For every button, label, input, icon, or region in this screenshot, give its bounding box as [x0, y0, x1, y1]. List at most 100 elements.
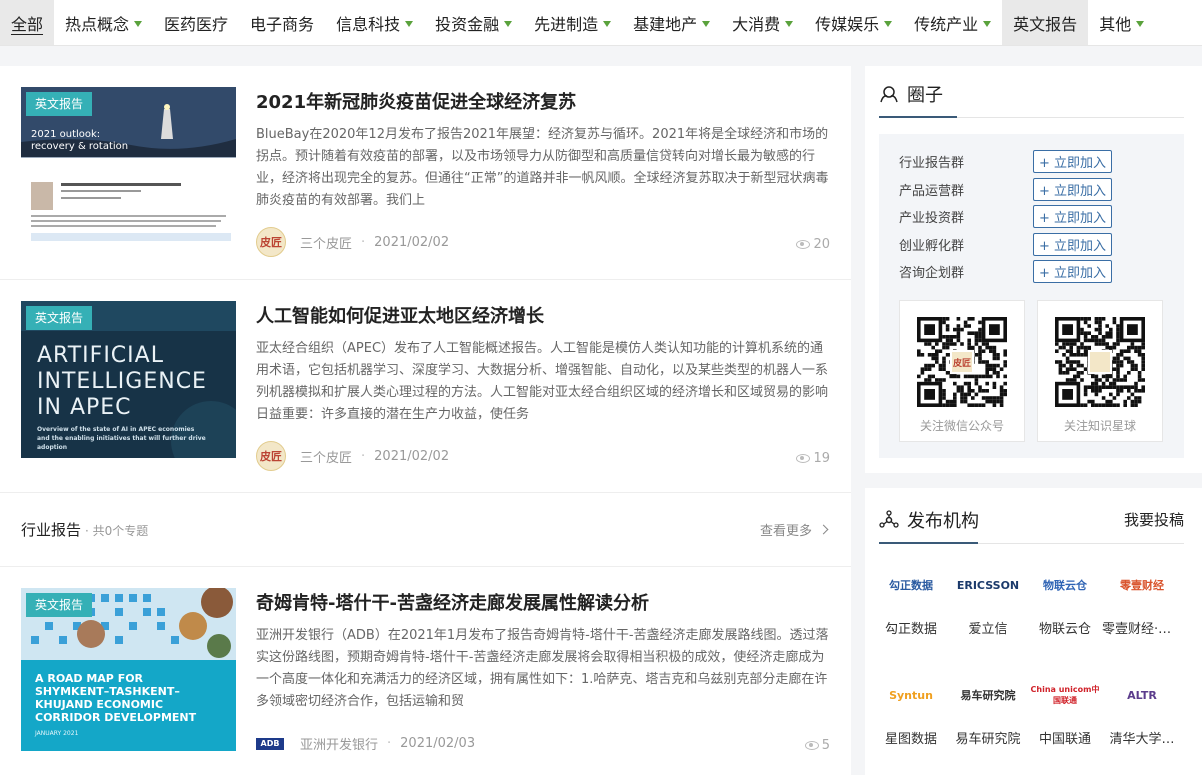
nav-item[interactable]: 传媒娱乐	[804, 0, 903, 45]
group-row: 产业投资群 + 立即加入	[899, 205, 1113, 228]
nav-item[interactable]: 大消费	[721, 0, 804, 45]
caret-down-icon	[785, 20, 794, 27]
thumb-text: Overview of the state of AI in APEC econ…	[37, 426, 195, 433]
publisher-item[interactable]: Syntun 星图数据	[871, 678, 951, 748]
publish-date: 2021/02/02	[374, 448, 450, 464]
publisher-name: 勾正数据	[884, 622, 937, 637]
view-more-link[interactable]: 查看更多	[760, 520, 829, 539]
article-title[interactable]: 奇姆肯特-塔什干-苦盏经济走廊发展属性解读分析	[256, 589, 649, 615]
join-group-button[interactable]: + 立即加入	[1033, 260, 1113, 283]
publisher-logo: China unicom中国联通	[1030, 685, 1100, 705]
group-row: 咨询企划群 + 立即加入	[899, 260, 1113, 283]
nav-item[interactable]: 医药医疗	[153, 0, 239, 45]
nav-item[interactable]: 英文报告	[1002, 0, 1089, 45]
article-meta: ADB 亚洲开发银行 · 2021/02/03	[256, 734, 475, 753]
eye-icon	[796, 454, 811, 463]
author-avatar[interactable]: 皮匠	[256, 441, 286, 471]
publisher-item[interactable]: 易车研究院 易车研究院	[948, 678, 1028, 747]
join-group-button[interactable]: + 立即加入	[1033, 232, 1113, 256]
qr-caption: 关注微信公众号	[919, 419, 1004, 433]
caret-down-icon	[504, 20, 513, 27]
article-thumbnail[interactable]: A ROAD MAP FOR SHYMKENT–TASHKENT– KHUJAN…	[21, 588, 236, 751]
category-badge: 英文报告	[26, 593, 93, 617]
group-name: 行业报告群	[899, 156, 965, 171]
thumb-text: A ROAD MAP FOR	[35, 672, 144, 685]
author-name[interactable]: 三个皮匠	[300, 447, 352, 466]
topics-title: 行业报告	[21, 521, 82, 539]
nav-item[interactable]: 全部	[0, 0, 55, 45]
nav-item[interactable]: 电子商务	[239, 0, 325, 45]
wechat-qr: 皮匠 关注微信公众号	[899, 300, 1025, 442]
people-icon	[880, 85, 898, 102]
group-name: 咨询企划群	[899, 266, 965, 281]
thumb-text: INTELLIGENCE	[37, 369, 207, 394]
publisher-logo[interactable]: ADB	[256, 737, 284, 750]
nav-item[interactable]: 其他	[1088, 0, 1155, 45]
publisher-logo: 易车研究院	[960, 689, 1016, 702]
article-summary: 亚太经合组织（APEC）发布了人工智能概述报告。人工智能是模仿人类认知功能的计算…	[256, 341, 829, 422]
nav-item[interactable]: 信息科技	[325, 0, 424, 45]
author-name[interactable]: 三个皮匠	[300, 233, 352, 252]
author-avatar[interactable]: 皮匠	[256, 227, 286, 257]
article-card[interactable]: ARTIFICIAL INTELLIGENCE IN APEC Overview…	[0, 280, 851, 493]
article-summary: 亚洲开发银行（ADB）在2021年1月发布了报告奇姆肯特-塔什干-苦盏经济走廊发…	[256, 628, 829, 709]
article-meta: 皮匠 三个皮匠 · 2021/02/02	[256, 227, 449, 257]
thumb-text: KHUJAND ECONOMIC	[35, 698, 164, 711]
thumb-text: IN APEC	[37, 395, 132, 420]
thumb-text: and the enabling initiatives that will f…	[37, 435, 206, 451]
article-title[interactable]: 人工智能如何促进亚太地区经济增长	[256, 302, 544, 328]
submit-link[interactable]: 我要投稿	[1124, 509, 1184, 530]
thumb-text: 2021 outlook:	[31, 129, 101, 140]
group-row: 产品运营群 + 立即加入	[899, 177, 1113, 201]
eye-icon	[804, 741, 819, 750]
network-icon	[879, 509, 899, 528]
caret-down-icon	[1136, 20, 1145, 27]
article-list: 2021 outlook: recovery & rotation 英文报告 2…	[0, 66, 851, 775]
publisher-logo: ERICSSON	[956, 578, 1020, 592]
caret-down-icon	[983, 20, 992, 27]
group-name: 产业投资群	[899, 211, 965, 226]
nav-item[interactable]: 投资金融	[424, 0, 523, 45]
publisher-logo: ALTR	[1127, 688, 1157, 702]
publisher-name: 爱立信	[968, 622, 1008, 637]
publisher-item[interactable]: 勾正数据 勾正数据	[871, 568, 951, 637]
caret-down-icon	[702, 20, 711, 27]
nav-item[interactable]: 先进制造	[523, 0, 622, 45]
join-group-button[interactable]: + 立即加入	[1033, 205, 1113, 228]
zsxq-qr: 关注知识星球	[1037, 300, 1163, 442]
publisher-item[interactable]: ALTR 清华大学…	[1102, 678, 1182, 748]
join-group-button[interactable]: + 立即加入	[1033, 177, 1113, 201]
view-count: 19	[796, 451, 830, 466]
nav-item[interactable]: 基建地产	[622, 0, 721, 45]
nav-item[interactable]: 热点概念	[54, 0, 153, 45]
category-badge: 英文报告	[26, 306, 93, 330]
author-name[interactable]: 亚洲开发银行	[300, 734, 378, 753]
thumb-text: SHYMKENT–TASHKENT–	[35, 685, 180, 698]
publisher-name: 物联云仓	[1038, 622, 1091, 637]
publishers-header: 发布机构 我要投稿	[879, 496, 1184, 544]
publisher-item[interactable]: 物联云仓 物联云仓	[1025, 568, 1105, 637]
join-group-button[interactable]: + 立即加入	[1033, 150, 1113, 173]
publisher-item[interactable]: China unicom中国联通 中国联通	[1025, 678, 1105, 747]
article-card[interactable]: 2021 outlook: recovery & rotation 英文报告 2…	[0, 66, 851, 280]
article-thumbnail[interactable]: 2021 outlook: recovery & rotation 英文报告	[21, 87, 236, 244]
svg-text:皮匠: 皮匠	[952, 357, 971, 369]
caret-down-icon	[134, 20, 143, 27]
chevron-right-icon	[818, 524, 829, 535]
thumb-text: CORRIDOR DEVELOPMENT	[35, 711, 197, 724]
topics-header: 行业报告 · 共0个专题 查看更多	[0, 493, 851, 567]
qr-code-icon	[1055, 317, 1145, 407]
publisher-item[interactable]: 零壹财经零壹财经·零壹智库	[1102, 568, 1182, 637]
circle-card: 圈子 皮匠 关注微信公众号 关注知识星球 行业报告群 + 立即加入 产品运营群 + 立…	[865, 66, 1202, 473]
thumb-text: recovery & rotation	[31, 141, 129, 152]
article-title[interactable]: 2021年新冠肺炎疫苗促进全球经济复苏	[256, 88, 576, 114]
publisher-item[interactable]: ERICSSON 爱立信	[948, 568, 1028, 638]
publisher-logo: Syntun	[889, 688, 933, 702]
category-nav: 全部 热点概念 医药医疗 电子商务 信息科技 投资金融 先进制造 基建地产 大消费 传媒娱乐 传统产…	[0, 0, 1202, 46]
article-card[interactable]: A ROAD MAP FOR SHYMKENT–TASHKENT– KHUJAN…	[0, 567, 851, 775]
nav-item[interactable]: 传统产业	[903, 0, 1002, 45]
publishers-card: 发布机构 我要投稿 勾正数据 勾正数据 ERICSSON 爱立信 物联云仓 物联云仓 零壹财…	[865, 488, 1202, 775]
view-count: 5	[804, 738, 830, 753]
article-thumbnail[interactable]: ARTIFICIAL INTELLIGENCE IN APEC Overview…	[21, 301, 236, 458]
publisher-name: 零壹财经·零壹智库	[1102, 622, 1182, 637]
